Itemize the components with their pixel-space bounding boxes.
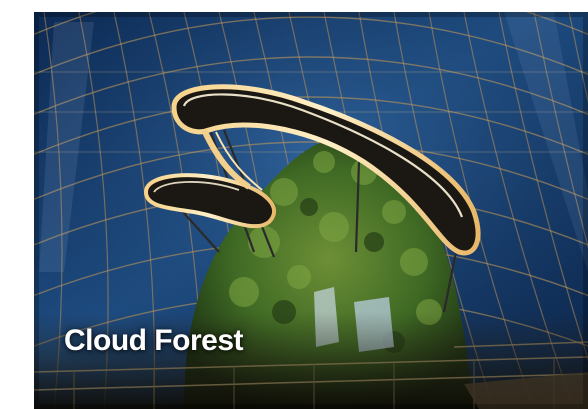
destination-card[interactable]: Cloud Forest xyxy=(34,12,588,409)
card-title: Cloud Forest xyxy=(64,324,244,357)
